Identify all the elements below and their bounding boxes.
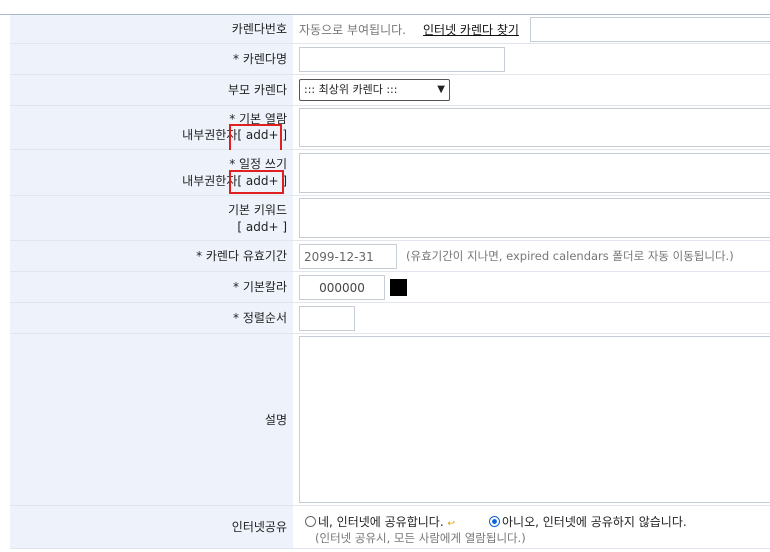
calendar-name-input[interactable] [299,47,505,72]
color-code-input[interactable] [299,275,385,300]
value-cell [299,272,770,302]
description-textarea[interactable] [299,336,770,503]
row-default-keyword: 기본 키워드 [ add+ ] [10,196,770,241]
value-cell: (유효기간이 지나면, expired calendars 폴더로 자동 이동됩… [299,241,770,271]
internet-share-icon: ↩ [447,519,456,529]
label-cell: * 카렌다 유효기간 [10,241,293,271]
value-cell [299,334,770,505]
calendar-no-label: 카렌다번호 [231,22,287,36]
default-keyword-label: 기본 키워드 [227,203,287,217]
row-calendar-name: * 카렌다명 [10,44,770,75]
value-cell [299,44,770,74]
value-cell [299,106,770,149]
value-cell [299,196,770,240]
calendar-no-field[interactable] [530,17,770,42]
internet-share-label: 인터넷공유 [231,520,287,534]
parent-calendar-label: 부모 카렌다 [227,83,287,97]
default-read-textarea[interactable] [299,108,770,147]
sort-order-input[interactable] [299,306,355,331]
label-cell: * 카렌다명 [10,44,293,74]
color-swatch[interactable] [390,279,407,296]
value-cell: 자동으로 부여됩니다. 인터넷 카렌다 찾기 [299,15,770,43]
validity-date-input[interactable] [299,244,397,269]
row-default-read: * 기본 열람 내부권한자[ add+ ] [10,106,770,152]
row-internet-share: 인터넷공유 네, 인터넷에 공유합니다. ↩ 아니오, 인터넷에 공유하지 않습… [10,506,770,549]
share-yes-radio[interactable] [305,516,316,527]
find-internet-calendar-link[interactable]: 인터넷 카렌다 찾기 [423,21,519,38]
parent-calendar-select[interactable]: ::: 최상위 카렌다 ::: ▼ [299,79,450,101]
share-no-radio[interactable] [489,516,500,527]
value-cell: ::: 최상위 카렌다 ::: ▼ [299,75,770,105]
row-parent-calendar: 부모 카렌다 ::: 최상위 카렌다 ::: ▼ [10,75,770,106]
share-no-label: 아니오, 인터넷에 공유하지 않습니다. [502,515,687,529]
chevron-down-icon: ▼ [437,84,445,95]
row-schedule-write: * 일정 쓰기 내부권한자[ add+ ] [10,150,770,196]
validity-note: (유효기간이 지나면, expired calendars 폴더로 자동 이동됩… [406,249,734,263]
default-keyword-textarea[interactable] [299,198,770,238]
validity-label: * 카렌다 유효기간 [196,249,287,263]
schedule-write-textarea[interactable] [299,153,770,193]
value-cell [299,303,770,333]
label-cell: 설명 [10,334,293,505]
label-cell: * 기본칼라 [10,272,293,302]
label-cell: * 정렬순서 [10,303,293,333]
default-keyword-add-link[interactable]: [ add+ ] [237,219,287,235]
row-sort-order: * 정렬순서 [10,303,770,334]
share-yes-label: 네, 인터넷에 공유합니다. [318,515,444,529]
label-cell: 기본 키워드 [ add+ ] [10,196,293,240]
value-cell: 네, 인터넷에 공유합니다. ↩ 아니오, 인터넷에 공유하지 않습니다. (인… [299,506,770,548]
row-calendar-no: 카렌다번호 자동으로 부여됩니다. 인터넷 카렌다 찾기 [10,15,770,44]
description-label: 설명 [264,413,287,427]
row-description: 설명 [10,334,770,506]
share-note: (인터넷 공유시, 모든 사람에게 열람됩니다.) [315,531,526,545]
sort-order-label: * 정렬순서 [233,311,287,325]
default-color-label: * 기본칼라 [233,280,287,294]
parent-calendar-selected: ::: 최상위 카렌다 ::: [304,83,398,96]
label-cell: 카렌다번호 [10,15,293,43]
auto-assign-text: 자동으로 부여됩니다. [299,23,406,37]
label-cell: 인터넷공유 [10,506,293,548]
value-cell [299,150,770,195]
share-no-option[interactable]: 아니오, 인터넷에 공유하지 않습니다. [489,513,687,530]
highlight-box [229,170,284,194]
row-default-color: * 기본칼라 [10,272,770,303]
calendar-name-label: * 카렌다명 [233,52,287,66]
row-validity: * 카렌다 유효기간 (유효기간이 지나면, expired calendars… [10,241,770,272]
highlight-box [229,124,282,152]
share-yes-option[interactable]: 네, 인터넷에 공유합니다. ↩ [305,513,455,530]
label-cell: 부모 카렌다 [10,75,293,105]
